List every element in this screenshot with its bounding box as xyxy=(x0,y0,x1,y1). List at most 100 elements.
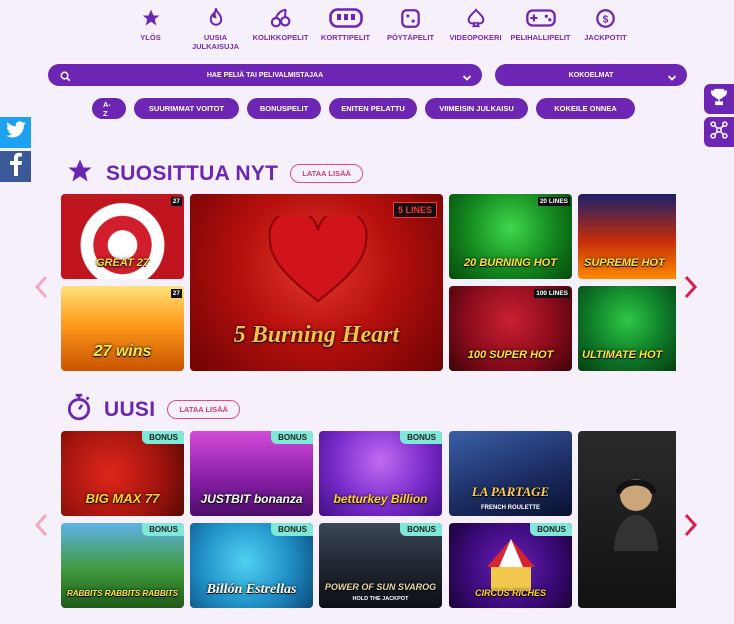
collections-dropdown[interactable]: KOKOELMAT xyxy=(495,64,687,86)
star-icon xyxy=(66,157,94,190)
bonus-badge: BONUS xyxy=(400,431,442,444)
cherries-icon xyxy=(270,6,292,30)
facebook-icon xyxy=(9,152,23,181)
game-tile[interactable]: BONUS RABBITS RABBITS RABBITS xyxy=(61,523,184,608)
facebook-share-button[interactable] xyxy=(0,151,31,182)
filter-latest-release[interactable]: VIIMEISIN JULKAISU xyxy=(425,98,528,119)
game-tile[interactable]: 27 27 wins xyxy=(61,286,184,371)
chevron-down-icon xyxy=(462,70,472,88)
character-portrait-icon xyxy=(614,479,658,551)
lines-badge: 100 LINES xyxy=(534,289,570,298)
category-nav: YLÖS UUSIA JULKAISUJA KOLIKKOPELIT KORTT… xyxy=(118,6,638,51)
network-button[interactable] xyxy=(704,117,734,147)
nav-label: JACKPOTIT xyxy=(584,33,627,42)
nav-item-top[interactable]: YLÖS xyxy=(118,6,183,51)
filter-biggest-wins[interactable]: SUURIMMAT VOITOT xyxy=(134,98,239,119)
bonus-badge: BONUS xyxy=(271,431,313,444)
game-title: betturkey Billion xyxy=(333,492,428,506)
game-title: Billón Estrellas xyxy=(206,582,297,597)
lines-badge: 27 xyxy=(170,197,182,206)
tournament-button[interactable] xyxy=(704,84,734,114)
gamepad-icon xyxy=(525,6,556,30)
load-more-button[interactable]: LATAA LISÄÄ xyxy=(290,164,363,183)
game-title: 100 SUPER HOT xyxy=(467,349,554,361)
search-placeholder: HAE PELIÄ TAI PELIVALMISTAJAA xyxy=(206,71,324,79)
lines-badge: 27 xyxy=(170,289,182,298)
nav-label: KOLIKKOPELIT xyxy=(252,33,309,42)
nav-item-new-releases[interactable]: UUSIA JULKAISUJA xyxy=(183,6,248,51)
game-tile[interactable]: LA PARTAGE FRENCH ROULETTE xyxy=(449,431,572,516)
filter-try-luck[interactable]: KOKEILE ONNEA xyxy=(536,98,635,119)
nav-item-video-poker[interactable]: VIDEOPOKERI xyxy=(443,6,508,51)
dice-icon xyxy=(401,6,420,30)
search-bar[interactable]: HAE PELIÄ TAI PELIVALMISTAJAA xyxy=(48,64,482,86)
game-tile-featured[interactable]: 5 LINES 5 Burning Heart xyxy=(190,194,443,371)
game-tile[interactable]: SUPREME HOT xyxy=(578,194,676,279)
bonus-badge: BONUS xyxy=(142,523,184,536)
heart-icon xyxy=(268,216,368,303)
carousel-next-arrow[interactable] xyxy=(680,510,702,540)
nav-label: VIDEOPOKERI xyxy=(449,33,502,42)
game-title: 27 wins xyxy=(93,343,152,360)
game-title: 5 Burning Heart xyxy=(233,322,400,348)
popular-section-header: SUOSITTUA NYT LATAA LISÄÄ xyxy=(66,157,363,190)
bonus-badge: BONUS xyxy=(400,523,442,536)
nav-label: UUSIA JULKAISUJA xyxy=(191,33,240,51)
star-icon xyxy=(141,6,161,30)
game-title: LA PARTAGE xyxy=(471,484,550,499)
game-tile[interactable]: 100 LINES 100 SUPER HOT xyxy=(449,286,572,371)
section-title: UUSI xyxy=(104,397,156,421)
search-icon xyxy=(60,69,71,87)
game-tile[interactable]: BONUS BIG MAX 77 xyxy=(61,431,184,516)
filter-most-played[interactable]: ENITEN PELATTU xyxy=(329,98,417,119)
game-tile[interactable]: BONUS betturkey Billion xyxy=(319,431,442,516)
twitter-icon xyxy=(5,121,27,144)
filter-bonus-games[interactable]: BONUSPELIT xyxy=(247,98,321,119)
flame-icon xyxy=(207,6,225,30)
dollar-coin-icon: $ xyxy=(596,6,615,30)
game-tile[interactable]: ULTIMATE HOT xyxy=(578,286,676,371)
nav-item-card-games[interactable]: KORTTIPELIT xyxy=(313,6,378,51)
nav-item-jackpots[interactable]: $ JACKPOTIT xyxy=(573,6,638,51)
nav-item-slots[interactable]: KOLIKKOPELIT xyxy=(248,6,313,51)
nav-label: PELIHALLIPELIT xyxy=(510,33,571,42)
game-tile[interactable]: BONUS Billón Estrellas xyxy=(190,523,313,608)
carousel-prev-arrow[interactable] xyxy=(30,510,52,540)
nav-item-arcade[interactable]: PELIHALLIPELIT xyxy=(508,6,573,51)
section-title: SUOSITTUA NYT xyxy=(106,161,279,185)
bonus-badge: BONUS xyxy=(530,523,572,536)
game-subtitle: FRENCH ROULETTE xyxy=(481,505,540,511)
card-table-icon xyxy=(328,6,363,30)
load-more-button[interactable]: LATAA LISÄÄ xyxy=(167,400,240,419)
game-tile[interactable]: 20 LINES 20 BURNING HOT xyxy=(449,194,572,279)
trophy-icon xyxy=(709,87,729,112)
carousel-next-arrow[interactable] xyxy=(680,272,702,302)
game-title: POWER OF SUN SVAROG xyxy=(324,582,437,592)
nav-item-table-games[interactable]: PÖYTÄPELIT xyxy=(378,6,443,51)
stopwatch-icon xyxy=(66,393,92,426)
nav-label: YLÖS xyxy=(140,33,161,42)
lines-badge: 20 LINES xyxy=(537,197,570,206)
twitter-share-button[interactable] xyxy=(0,117,31,148)
circus-tent-icon xyxy=(487,539,535,591)
game-title: JUSTBIT bonanza xyxy=(200,492,303,506)
game-tile[interactable] xyxy=(578,431,676,608)
nav-label: KORTTIPELIT xyxy=(320,33,371,42)
game-title: 20 BURNING HOT xyxy=(464,257,557,269)
bonus-badge: BONUS xyxy=(142,431,184,444)
filter-a-z[interactable]: A-Z xyxy=(92,98,126,119)
game-tile[interactable]: BONUS POWER OF SUN SVAROG HOLD THE JACKP… xyxy=(319,523,442,608)
svg-text:$: $ xyxy=(603,14,609,25)
filter-pills: A-Z SUURIMMAT VOITOT BONUSPELIT ENITEN P… xyxy=(92,98,635,119)
lines-badge: 5 LINES xyxy=(392,202,437,218)
game-title: SUPREME HOT xyxy=(584,257,665,269)
game-title: GREAT 27 xyxy=(96,257,149,269)
game-title: RABBITS RABBITS RABBITS xyxy=(66,589,179,598)
carousel-prev-arrow[interactable] xyxy=(30,272,52,302)
game-tile[interactable]: 27 GREAT 27 xyxy=(61,194,184,279)
game-tile[interactable]: BONUS JUSTBIT bonanza xyxy=(190,431,313,516)
game-title: ULTIMATE HOT xyxy=(582,349,663,361)
chevron-down-icon xyxy=(667,70,677,88)
spade-icon xyxy=(467,6,485,30)
game-tile[interactable]: BONUS CIRCUS RICHES xyxy=(449,523,572,608)
